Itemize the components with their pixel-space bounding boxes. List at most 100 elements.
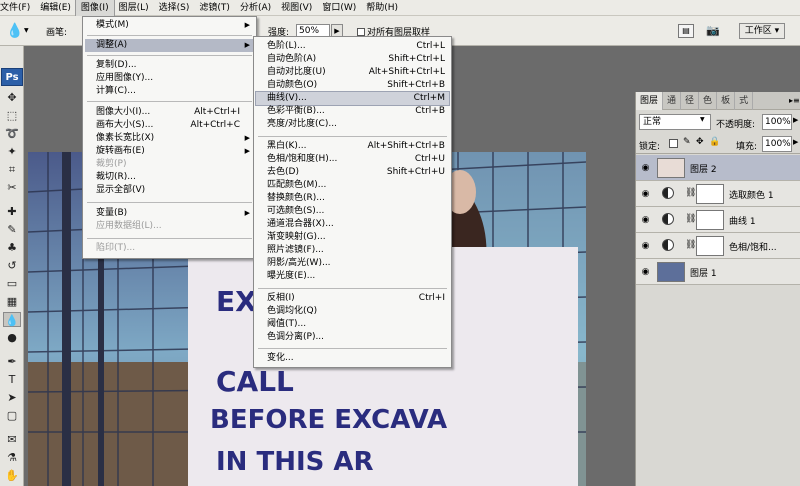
layer-name[interactable]: 选取颜色 1 <box>729 188 774 201</box>
menu-view[interactable]: 视图(V) <box>276 0 317 16</box>
lock-transparency-icon[interactable] <box>669 139 678 148</box>
clone-stamp-tool-icon[interactable]: ♣ <box>3 240 21 255</box>
fill-arrow-icon[interactable]: ▶ <box>793 138 798 146</box>
tab-styles[interactable]: 式 <box>735 92 754 110</box>
visibility-eye-icon[interactable]: ◉ <box>640 267 651 277</box>
menu-item-posterize[interactable]: 色调分离(P)... <box>256 331 449 344</box>
menu-help[interactable]: 帮助(H) <box>361 0 403 16</box>
menu-item-gradient-map[interactable]: 渐变映射(G)... <box>256 231 449 244</box>
palette-icon[interactable]: ▤ <box>678 24 694 38</box>
crop-tool-icon[interactable]: ⌗ <box>3 162 21 177</box>
visibility-eye-icon[interactable]: ◉ <box>640 163 651 173</box>
checkbox-icon[interactable] <box>357 28 365 36</box>
tab-color[interactable]: 色 <box>699 92 718 110</box>
menu-item-curves[interactable]: 曲线(V)... Ctrl+M <box>255 91 450 106</box>
menu-item-threshold[interactable]: 阈值(T)... <box>256 318 449 331</box>
menu-item-hue-saturation[interactable]: 色相/饱和度(H)... Ctrl+U <box>256 153 449 166</box>
menu-item-exposure[interactable]: 曝光度(E)... <box>256 270 449 283</box>
menu-item-auto-levels[interactable]: 自动色阶(A) Shift+Ctrl+L <box>256 53 449 66</box>
camera-icon[interactable]: 📷 <box>706 24 720 37</box>
move-tool-icon[interactable]: ✥ <box>3 90 21 105</box>
menu-item-match-color[interactable]: 匹配颜色(M)... <box>256 179 449 192</box>
shape-tool-icon[interactable]: ▢ <box>3 408 21 423</box>
blend-mode-chevron-icon[interactable]: ▼ <box>700 116 705 123</box>
dodge-tool-icon[interactable]: ● <box>3 330 21 345</box>
menu-item-shadow-highlight[interactable]: 阴影/高光(W)... <box>256 257 449 270</box>
slice-tool-icon[interactable]: ✂ <box>3 180 21 195</box>
eraser-tool-icon[interactable]: ▭ <box>3 276 21 291</box>
visibility-eye-icon[interactable]: ◉ <box>640 241 651 251</box>
menu-file[interactable]: 文件(F) <box>0 0 35 16</box>
type-tool-icon[interactable]: T <box>3 372 21 387</box>
layer-row[interactable]: ◉ ⛓ 选取颜色 1 <box>636 181 800 207</box>
blur-tool-icon[interactable]: 💧 <box>6 23 23 39</box>
opacity-arrow-icon[interactable]: ▶ <box>793 116 798 124</box>
notes-tool-icon[interactable]: ✉ <box>3 432 21 447</box>
workspace-button[interactable]: 工作区 ▾ <box>739 23 785 39</box>
menu-item-reveal-all[interactable]: 显示全部(V) <box>85 184 254 197</box>
layer-name[interactable]: 图层 2 <box>690 162 717 175</box>
menu-item-trim[interactable]: 裁切(R)... <box>85 171 254 184</box>
menu-filter[interactable]: 滤镜(T) <box>194 0 235 16</box>
menu-item-canvas-size[interactable]: 画布大小(S)... Alt+Ctrl+C <box>85 119 254 132</box>
visibility-eye-icon[interactable]: ◉ <box>640 215 651 225</box>
menu-item-equalize[interactable]: 色调均化(Q) <box>256 305 449 318</box>
fill-field[interactable]: 100% <box>762 136 792 152</box>
layer-name[interactable]: 图层 1 <box>690 266 717 279</box>
menu-item-photo-filter[interactable]: 照片滤镜(F)... <box>256 244 449 257</box>
menu-item-auto-color[interactable]: 自动颜色(O) Shift+Ctrl+B <box>256 79 449 92</box>
menu-item-variables[interactable]: 变量(B) ▶ <box>85 207 254 220</box>
menu-edit[interactable]: 编辑(E) <box>35 0 76 16</box>
menu-item-pixel-aspect-ratio[interactable]: 像素长宽比(X) ▶ <box>85 132 254 145</box>
menu-item-apply-image[interactable]: 应用图像(Y)... <box>85 72 254 85</box>
magic-wand-tool-icon[interactable]: ✦ <box>3 144 21 159</box>
history-brush-tool-icon[interactable]: ↺ <box>3 258 21 273</box>
tab-paths[interactable]: 径 <box>681 92 700 110</box>
menu-window[interactable]: 窗口(W) <box>317 0 361 16</box>
menu-item-desaturate[interactable]: 去色(D) Shift+Ctrl+U <box>256 166 449 179</box>
tab-channels[interactable]: 通 <box>663 92 682 110</box>
menu-item-duplicate[interactable]: 复制(D)... <box>85 59 254 72</box>
menu-item-levels[interactable]: 色阶(L)... Ctrl+L <box>256 40 449 53</box>
menu-item-replace-color[interactable]: 替换颜色(R)... <box>256 192 449 205</box>
gradient-tool-icon[interactable]: ▦ <box>3 294 21 309</box>
tab-layers[interactable]: 图层 <box>636 92 664 110</box>
menu-item-color-balance[interactable]: 色彩平衡(B)... Ctrl+B <box>256 105 449 118</box>
menu-item-rotate-canvas[interactable]: 旋转画布(E) ▶ <box>85 145 254 158</box>
opacity-field[interactable]: 100% <box>762 114 792 130</box>
menu-item-calculations[interactable]: 计算(C)... <box>85 85 254 98</box>
layer-row[interactable]: ◉ 图层 1 <box>636 259 800 285</box>
menu-item-brightness-contrast[interactable]: 亮度/对比度(C)... <box>256 118 449 131</box>
menu-image[interactable]: 图像(I) <box>74 0 115 17</box>
layer-row[interactable]: ◉ ⛓ 曲线 1 <box>636 207 800 233</box>
lock-pixels-icon[interactable]: ✎ <box>683 137 691 147</box>
blur-tool-selected-icon[interactable]: 💧 <box>3 312 21 327</box>
menu-item-invert[interactable]: 反相(I) Ctrl+I <box>256 292 449 305</box>
pen-tool-icon[interactable]: ✒ <box>3 354 21 369</box>
hand-tool-icon[interactable]: ✋ <box>3 468 21 483</box>
tool-preset-chevron-icon[interactable]: ▼ <box>24 27 29 34</box>
visibility-eye-icon[interactable]: ◉ <box>640 189 651 199</box>
menu-item-channel-mixer[interactable]: 通道混合器(X)... <box>256 218 449 231</box>
lock-all-icon[interactable]: 🔒 <box>709 137 720 147</box>
tab-swatches[interactable]: 板 <box>717 92 736 110</box>
menu-item-black-white[interactable]: 黑白(K)... Alt+Shift+Ctrl+B <box>256 140 449 153</box>
lock-position-icon[interactable]: ✥ <box>696 137 704 147</box>
menu-item-mode[interactable]: 模式(M) ▶ <box>85 19 254 32</box>
layer-name[interactable]: 曲线 1 <box>729 214 756 227</box>
menu-layer[interactable]: 图层(L) <box>114 0 154 16</box>
menu-item-adjustments[interactable]: 调整(A) ▶ <box>85 39 254 52</box>
menu-item-selective-color[interactable]: 可选颜色(S)... <box>256 205 449 218</box>
menu-item-auto-contrast[interactable]: 自动对比度(U) Alt+Shift+Ctrl+L <box>256 66 449 79</box>
brush-tool-icon[interactable]: ✎ <box>3 222 21 237</box>
layer-row[interactable]: ◉ 图层 2 <box>636 155 800 181</box>
lasso-tool-icon[interactable]: ➰ <box>3 126 21 141</box>
healing-brush-tool-icon[interactable]: ✚ <box>3 204 21 219</box>
menu-analysis[interactable]: 分析(A) <box>235 0 276 16</box>
layer-row[interactable]: ◉ ⛓ 色相/饱和... <box>636 233 800 259</box>
layer-name[interactable]: 色相/饱和... <box>729 240 777 253</box>
menu-select[interactable]: 选择(S) <box>154 0 195 16</box>
menu-item-image-size[interactable]: 图像大小(I)... Alt+Ctrl+I <box>85 106 254 119</box>
eyedropper-tool-icon[interactable]: ⚗ <box>3 450 21 465</box>
marquee-tool-icon[interactable]: ⬚ <box>3 108 21 123</box>
